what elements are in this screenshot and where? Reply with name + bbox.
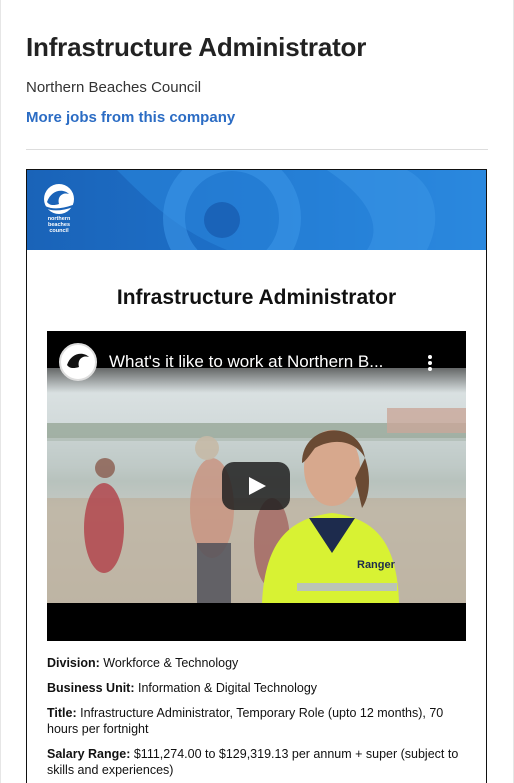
detail-business-unit: Business Unit: Information & Digital Tec… xyxy=(47,680,467,696)
detail-label: Division: xyxy=(47,656,100,670)
council-logo: northern beaches council xyxy=(39,182,79,240)
detail-value: Information & Digital Technology xyxy=(138,681,318,695)
logo-text: northern beaches council xyxy=(47,216,71,234)
channel-logo-icon xyxy=(64,348,92,376)
more-jobs-link[interactable]: More jobs from this company xyxy=(26,109,235,126)
vest-label: Ranger xyxy=(357,559,396,571)
ad-heading: Infrastructure Administrator xyxy=(116,286,397,309)
detail-division: Division: Workforce & Technology xyxy=(47,655,467,671)
detail-value: Infrastructure Administrator, Temporary … xyxy=(47,706,444,736)
banner-wave-graphic xyxy=(117,170,486,250)
detail-label: Salary Range: xyxy=(47,747,131,761)
job-details: Division: Workforce & Technology Busines… xyxy=(47,655,467,783)
more-options-icon[interactable] xyxy=(425,353,435,373)
play-icon[interactable] xyxy=(222,462,290,510)
detail-label: Title: xyxy=(47,706,77,720)
detail-salary: Salary Range: $111,274.00 to $129,319.13… xyxy=(47,746,467,778)
company-name: Northern Beaches Council xyxy=(26,79,202,96)
video-player[interactable]: Ranger What's it like to work at Norther… xyxy=(47,331,466,641)
video-title[interactable]: What's it like to work at Northern B... xyxy=(109,352,409,372)
wave-logo-icon xyxy=(44,184,74,214)
detail-label: Business Unit: xyxy=(47,681,135,695)
detail-title: Title: Infrastructure Administrator, Tem… xyxy=(47,705,467,737)
job-ad: northern beaches council Infrastructure … xyxy=(26,169,487,783)
detail-value: Workforce & Technology xyxy=(103,656,239,670)
ad-banner: northern beaches council xyxy=(27,170,486,250)
divider xyxy=(26,149,488,150)
channel-avatar[interactable] xyxy=(59,343,97,381)
job-title: Infrastructure Administrator xyxy=(26,32,367,62)
